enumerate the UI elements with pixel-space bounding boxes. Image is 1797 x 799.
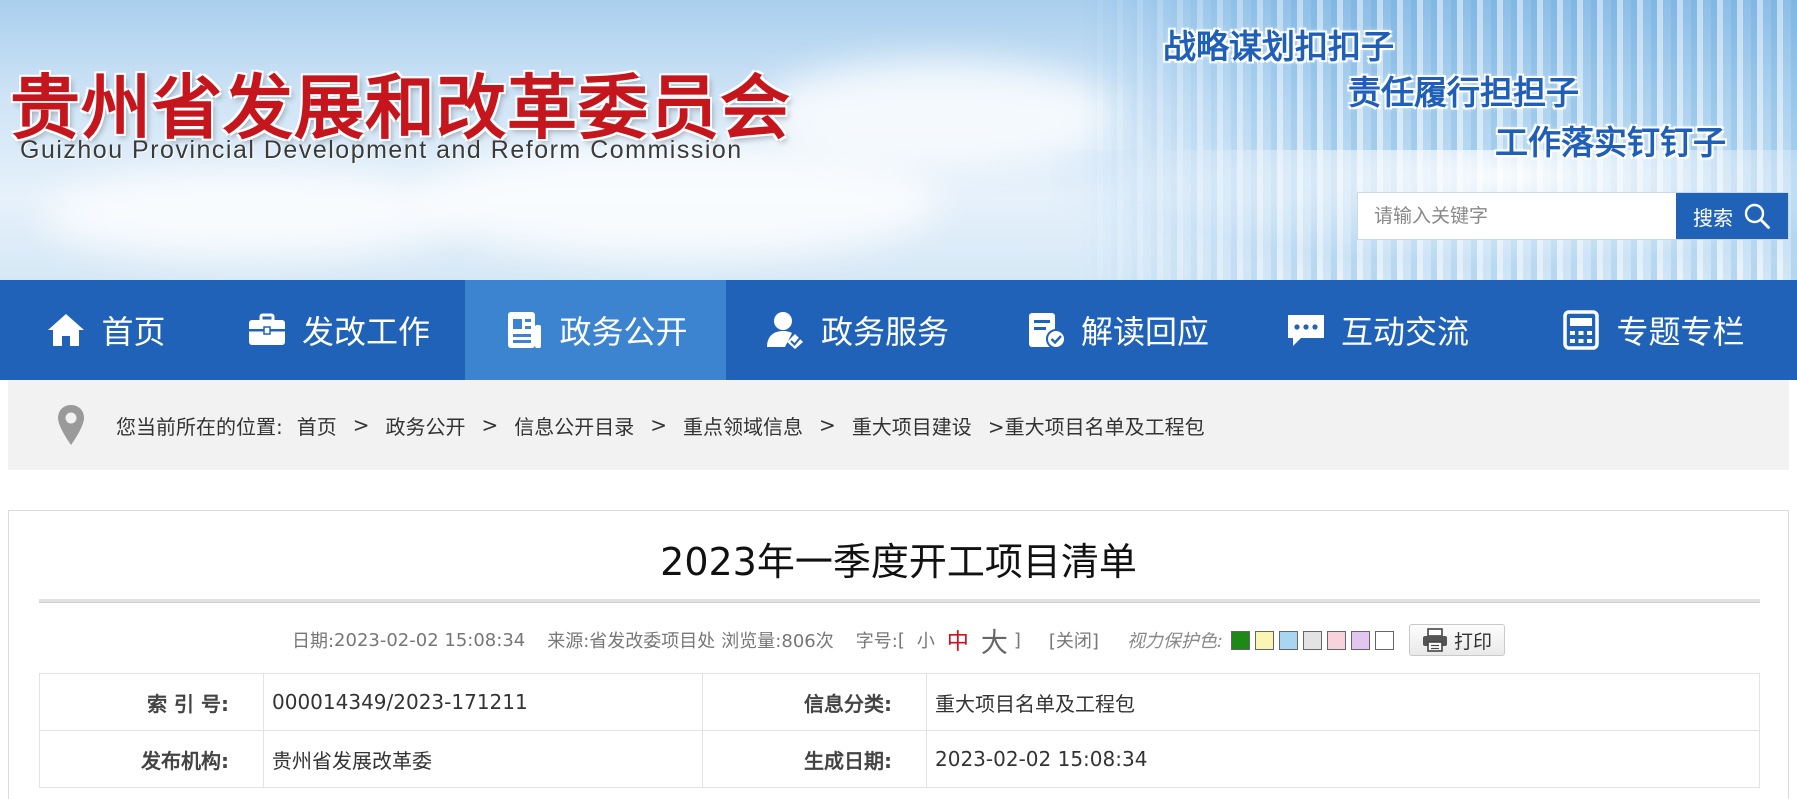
eye-care-swatch-pink[interactable]	[1327, 630, 1347, 650]
breadcrumb-separator: >	[650, 413, 668, 437]
print-button[interactable]: 打印	[1409, 624, 1506, 656]
views-count: 806次	[781, 631, 834, 652]
date-label: 日期:	[291, 631, 335, 652]
nav-item-work[interactable]: 发改工作	[211, 280, 465, 380]
search-button-label: 搜索	[1693, 205, 1733, 230]
eye-care-swatch-purple[interactable]	[1351, 630, 1371, 650]
slogan-1: 战略谋划扣扣子	[1163, 27, 1394, 66]
index-number-label: 索 引 号:	[39, 673, 264, 731]
publish-date: 2023-02-02 15:08:34	[334, 629, 526, 651]
nav-item-special[interactable]: 专题专栏	[1508, 280, 1797, 380]
nav-item-gov-info[interactable]: 政务公开	[465, 280, 726, 380]
breadcrumb-major-projects[interactable]: 重大项目建设	[852, 411, 972, 440]
nav-item-interpretation[interactable]: 解读回应	[988, 280, 1246, 380]
print-label: 打印	[1454, 630, 1493, 653]
breadcrumb: 您当前所在的位置: 首页 > 政务公开 > 信息公开目录 > 重点领域信息 > …	[8, 380, 1789, 470]
eye-care-swatch-blue[interactable]	[1279, 630, 1299, 650]
eye-care-swatch-gray[interactable]	[1303, 630, 1323, 650]
category-label: 信息分类:	[702, 673, 927, 731]
document-icon	[508, 312, 542, 348]
slogan-2: 责任履行担担子	[1348, 73, 1579, 112]
title-divider	[39, 599, 1760, 603]
info-table: 索 引 号: 000014349/2023-171211 信息分类: 重大项目名…	[39, 673, 1760, 788]
created-date-label: 生成日期:	[702, 730, 927, 788]
created-date-value: 2023-02-02 15:08:34	[926, 730, 1760, 788]
article-title: 2023年一季度开工项目清单	[660, 540, 1137, 584]
font-small-button[interactable]: 小	[917, 627, 935, 653]
search-input[interactable]	[1358, 193, 1676, 239]
nav-label: 发改工作	[301, 313, 430, 351]
font-medium-button[interactable]: 中	[947, 624, 969, 656]
briefcase-icon	[248, 313, 285, 345]
home-icon	[48, 314, 85, 346]
breadcrumb-home[interactable]: 首页	[297, 411, 337, 440]
eye-care-label: 视力保护色:	[1126, 631, 1224, 652]
user-service-icon	[766, 312, 803, 349]
views-label: 浏览量:	[721, 631, 782, 652]
nav-label: 首页	[101, 313, 166, 351]
breadcrumb-separator: >	[819, 413, 836, 437]
nav-item-home[interactable]: 首页	[0, 280, 211, 380]
category-value: 重大项目名单及工程包	[926, 673, 1760, 731]
search-icon	[1744, 203, 1770, 229]
location-pin-icon	[58, 405, 84, 445]
table-row: 索 引 号: 000014349/2023-171211 信息分类: 重大项目名…	[39, 673, 1760, 731]
nav-label: 互动交流	[1340, 313, 1469, 351]
slogan-3: 工作落实钉钉子	[1495, 123, 1726, 162]
nav-label: 专题专栏	[1616, 313, 1745, 351]
search-box: 搜索	[1357, 192, 1789, 240]
breadcrumb-gov-info[interactable]: 政务公开	[386, 411, 466, 440]
breadcrumb-separator: >	[481, 413, 499, 437]
breadcrumb-info-catalog[interactable]: 信息公开目录	[514, 411, 634, 440]
eye-care-swatch-white[interactable]	[1375, 630, 1395, 650]
main-nav: 首页 发改工作 政务公开 政务服务 解读回应 互动交流 专题专栏	[0, 280, 1797, 380]
printer-icon	[1423, 628, 1448, 652]
table-row: 发布机构: 贵州省发展改革委 生成日期: 2023-02-02 15:08:34	[39, 730, 1760, 788]
nav-label: 解读回应	[1080, 313, 1209, 351]
banner-cloud	[40, 170, 460, 260]
clipboard-check-icon	[1028, 313, 1066, 349]
bracket-open: [	[897, 629, 905, 651]
source-value: 省发改委项目处	[589, 631, 716, 652]
search-button[interactable]: 搜索	[1676, 193, 1788, 239]
nav-label: 政务服务	[820, 313, 949, 351]
article-meta: 日期: 2023-02-02 15:08:34 来源: 省发改委项目处 浏览量:…	[9, 621, 1788, 660]
index-number-value: 000014349/2023-171211	[263, 673, 703, 731]
site-subtitle: Guizhou Provincial Development and Refor…	[20, 136, 743, 164]
close-page-button[interactable]: [关闭]	[1049, 627, 1099, 653]
breadcrumb-prefix: 您当前所在的位置:	[116, 414, 283, 439]
publisher-value: 贵州省发展改革委	[263, 730, 703, 788]
header-banner: 贵州省发展和改革委员会 Guizhou Provincial Developme…	[0, 0, 1797, 280]
breadcrumb-separator: >	[352, 413, 370, 437]
article-panel: 2023年一季度开工项目清单 日期: 2023-02-02 15:08:34 来…	[8, 510, 1789, 799]
nav-item-interaction[interactable]: 互动交流	[1246, 280, 1508, 380]
eye-care-swatch-yellow[interactable]	[1255, 630, 1275, 650]
chat-icon	[1287, 315, 1324, 346]
bracket-close: ]	[1013, 629, 1021, 651]
publisher-label: 发布机构:	[39, 730, 264, 788]
calculator-icon	[1563, 310, 1600, 350]
breadcrumb-key-areas[interactable]: 重点领域信息	[683, 411, 803, 440]
source-label: 来源:	[547, 631, 590, 652]
font-size-label: 字号:	[855, 631, 898, 652]
nav-label: 政务公开	[559, 313, 688, 351]
eye-care-swatch-green[interactable]	[1231, 630, 1251, 650]
breadcrumb-current[interactable]: >重大项目名单及工程包	[988, 411, 1205, 440]
font-large-button[interactable]: 大	[981, 621, 1008, 660]
nav-item-gov-service[interactable]: 政务服务	[726, 280, 988, 380]
